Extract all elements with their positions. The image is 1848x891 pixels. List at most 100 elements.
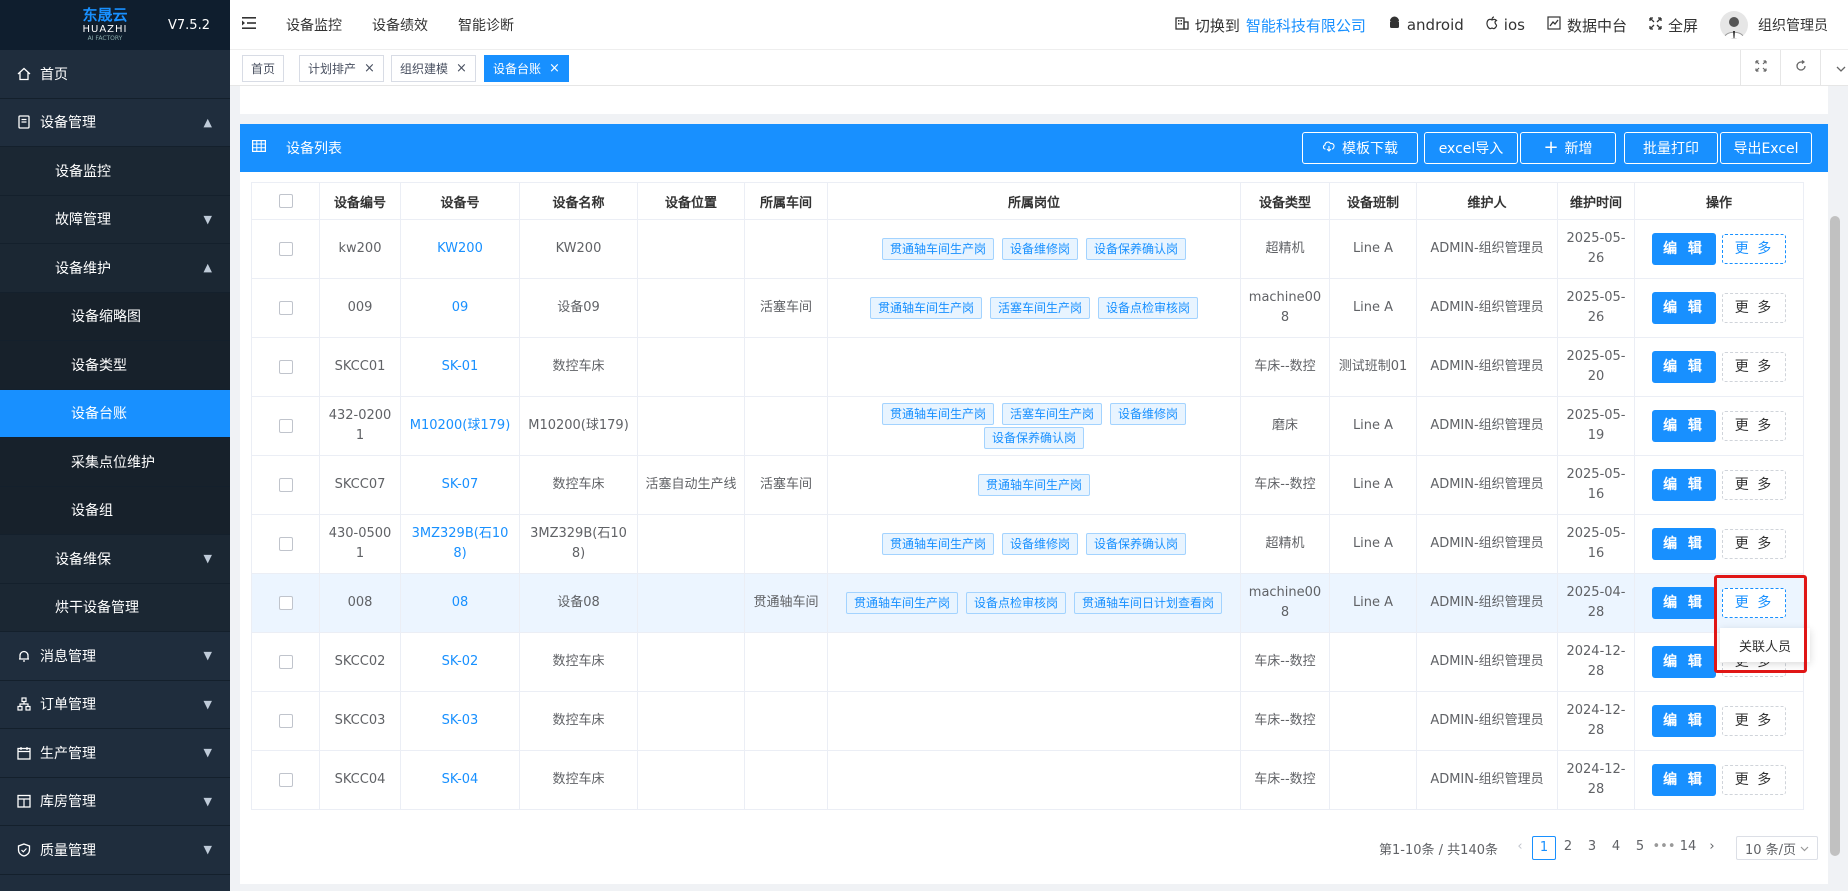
more-button[interactable]: 更 多	[1722, 470, 1786, 500]
more-button[interactable]: 更 多	[1722, 765, 1786, 795]
page-number-button[interactable]: 3	[1580, 836, 1604, 860]
topnav-smart-diagnosis[interactable]: 智能诊断	[458, 15, 514, 35]
tag-org-modeling[interactable]: 组织建模 ×	[391, 55, 476, 82]
sidebar-item[interactable]: 设备维护 ▲	[0, 244, 230, 293]
device-no-link[interactable]: SK-03	[442, 713, 479, 728]
add-button[interactable]: + 新增	[1520, 132, 1616, 164]
batch-print-button[interactable]: 批量打印	[1624, 132, 1718, 164]
edit-button[interactable]: 编 辑	[1652, 587, 1716, 619]
user-menu[interactable]: 组织管理员	[1720, 11, 1828, 39]
device-no-link[interactable]: KW200	[437, 241, 483, 256]
sidebar-item[interactable]: 采集点位维护	[0, 438, 230, 487]
company-name[interactable]: 智能科技有限公司	[1246, 15, 1366, 36]
close-icon[interactable]: ×	[549, 61, 560, 76]
sidebar-item[interactable]: 烘干设备管理	[0, 583, 230, 632]
excel-import-button[interactable]: excel导入	[1424, 132, 1518, 164]
sidebar-item[interactable]: 设备管理 ▲	[0, 98, 230, 147]
device-no-link[interactable]: SK-04	[442, 772, 479, 787]
select-all-checkbox[interactable]	[278, 194, 293, 208]
row-checkbox[interactable]	[278, 595, 293, 610]
row-checkbox[interactable]	[278, 477, 293, 492]
device-no-link[interactable]: 3MZ329B(石108)	[412, 526, 509, 561]
row-checkbox[interactable]	[278, 300, 293, 315]
scrollbar[interactable]	[1828, 86, 1848, 891]
fullscreen-toggle[interactable]: 全屏	[1649, 15, 1698, 36]
more-button[interactable]: 更 多	[1722, 529, 1786, 559]
more-button[interactable]: 更 多	[1722, 411, 1786, 441]
ios-link[interactable]: ios	[1486, 16, 1525, 34]
export-excel-button[interactable]: 导出Excel	[1720, 132, 1812, 164]
page-number-button[interactable]: 1	[1532, 836, 1556, 860]
scrollbar-thumb[interactable]	[1830, 216, 1840, 856]
sidebar-item[interactable]: 设备维保 ▼	[0, 535, 230, 584]
page-size-select[interactable]: 10 条/页	[1736, 836, 1818, 860]
page-number-button[interactable]: 14	[1676, 836, 1700, 860]
edit-button[interactable]: 编 辑	[1652, 469, 1716, 501]
sidebar-item[interactable]: 消息管理 ▼	[0, 632, 230, 681]
sidebar-item[interactable]: 设备缩略图	[0, 292, 230, 341]
edit-button[interactable]: 编 辑	[1652, 233, 1716, 265]
row-checkbox[interactable]	[278, 772, 293, 787]
menu-fold-icon[interactable]	[242, 16, 258, 33]
table-row[interactable]: SKCC07 SK-07 数控车床 活塞自动生产线 活塞车间 贯通轴车间生产岗 车床--数控…	[251, 455, 1804, 515]
sidebar-item[interactable]: 设备台账	[0, 389, 230, 438]
edit-button[interactable]: 编 辑	[1652, 351, 1716, 383]
android-link[interactable]: android	[1388, 16, 1464, 34]
template-download-button[interactable]: 模板下载	[1302, 132, 1418, 164]
sidebar-item[interactable]: 生产管理 ▼	[0, 729, 230, 778]
close-icon[interactable]: ×	[456, 61, 467, 76]
sidebar-item[interactable]: 订单管理 ▼	[0, 680, 230, 729]
data-center-link[interactable]: 数据中台	[1547, 15, 1627, 36]
row-checkbox[interactable]	[278, 654, 293, 669]
topnav-device-monitor[interactable]: 设备监控	[286, 15, 342, 35]
device-no-link[interactable]: SK-07	[442, 477, 479, 492]
table-row[interactable]: SKCC04 SK-04 数控车床 车床--数控 ADMIN-组织管理员 2024-12-…	[251, 750, 1804, 810]
table-row[interactable]: 009 09 设备09 活塞车间 贯通轴车间生产岗 活塞车间生产岗 设备点检审核岗 machi…	[251, 278, 1804, 338]
sidebar-item[interactable]: 库房管理 ▼	[0, 777, 230, 826]
page-number-button[interactable]: 4	[1604, 836, 1628, 860]
more-button[interactable]: 更 多	[1722, 706, 1786, 736]
edit-button[interactable]: 编 辑	[1652, 646, 1716, 678]
tags-expand-button[interactable]	[1740, 50, 1780, 86]
table-row[interactable]: 432-02001 M10200(球179) M10200(球179) 贯通轴车间生产…	[251, 396, 1804, 456]
table-row[interactable]: kw200 KW200 KW200 贯通轴车间生产岗 设备维修岗 设备保养确认岗 超精机 Li…	[251, 219, 1804, 279]
tag-home[interactable]: 首页	[242, 55, 285, 82]
more-button[interactable]: 更 多	[1722, 293, 1786, 323]
row-checkbox[interactable]	[278, 536, 293, 551]
more-button[interactable]: 更 多	[1722, 352, 1786, 382]
table-row[interactable]: SKCC01 SK-01 数控车床 车床--数控 测试班制01 ADMIN-组织管理员 20…	[251, 337, 1804, 397]
table-row[interactable]: SKCC03 SK-03 数控车床 车床--数控 ADMIN-组织管理员 2024-12-…	[251, 691, 1804, 751]
row-checkbox[interactable]	[278, 418, 293, 433]
edit-button[interactable]: 编 辑	[1652, 764, 1716, 796]
table-row[interactable]: 008 08 设备08 贯通轴车间 贯通轴车间生产岗 设备点检审核岗 贯通轴车间日计划查看岗…	[251, 573, 1804, 633]
tags-dropdown-button[interactable]	[1820, 50, 1848, 86]
table-row[interactable]: 430-05001 3MZ329B(石108) 3MZ329B(石108) 贯通轴车间…	[251, 514, 1804, 574]
page-ellipsis[interactable]: •••	[1652, 836, 1676, 860]
device-no-link[interactable]: 08	[452, 595, 469, 610]
sidebar-item[interactable]: 设备组	[0, 486, 230, 535]
tag-device-ledger[interactable]: 设备台账 ×	[484, 55, 569, 82]
row-checkbox[interactable]	[278, 359, 293, 374]
edit-button[interactable]: 编 辑	[1652, 528, 1716, 560]
edit-button[interactable]: 编 辑	[1652, 292, 1716, 324]
sidebar-item[interactable]: 设备类型	[0, 341, 230, 390]
tag-plan-scheduling[interactable]: 计划排产 ×	[299, 55, 384, 82]
row-checkbox[interactable]	[278, 241, 293, 256]
topnav-device-performance[interactable]: 设备绩效	[372, 15, 428, 35]
more-button[interactable]: 更 多	[1722, 234, 1786, 264]
row-checkbox[interactable]	[278, 713, 293, 728]
device-no-link[interactable]: SK-02	[442, 654, 479, 669]
sidebar-item[interactable]: 质量管理 ▼	[0, 826, 230, 875]
device-no-link[interactable]: SK-01	[442, 359, 479, 374]
prev-page-button[interactable]: ‹	[1508, 836, 1532, 860]
sidebar-item[interactable]: 首页	[0, 50, 230, 99]
next-page-button[interactable]: ›	[1700, 836, 1724, 860]
sidebar-item[interactable]: 故障管理 ▼	[0, 195, 230, 244]
page-number-button[interactable]: 5	[1628, 836, 1652, 860]
device-no-link[interactable]: 09	[452, 300, 469, 315]
page-number-button[interactable]: 2	[1556, 836, 1580, 860]
edit-button[interactable]: 编 辑	[1652, 410, 1716, 442]
tags-refresh-button[interactable]	[1780, 50, 1820, 86]
device-no-link[interactable]: M10200(球179)	[410, 418, 511, 433]
sidebar-item[interactable]: 设备监控	[0, 147, 230, 196]
